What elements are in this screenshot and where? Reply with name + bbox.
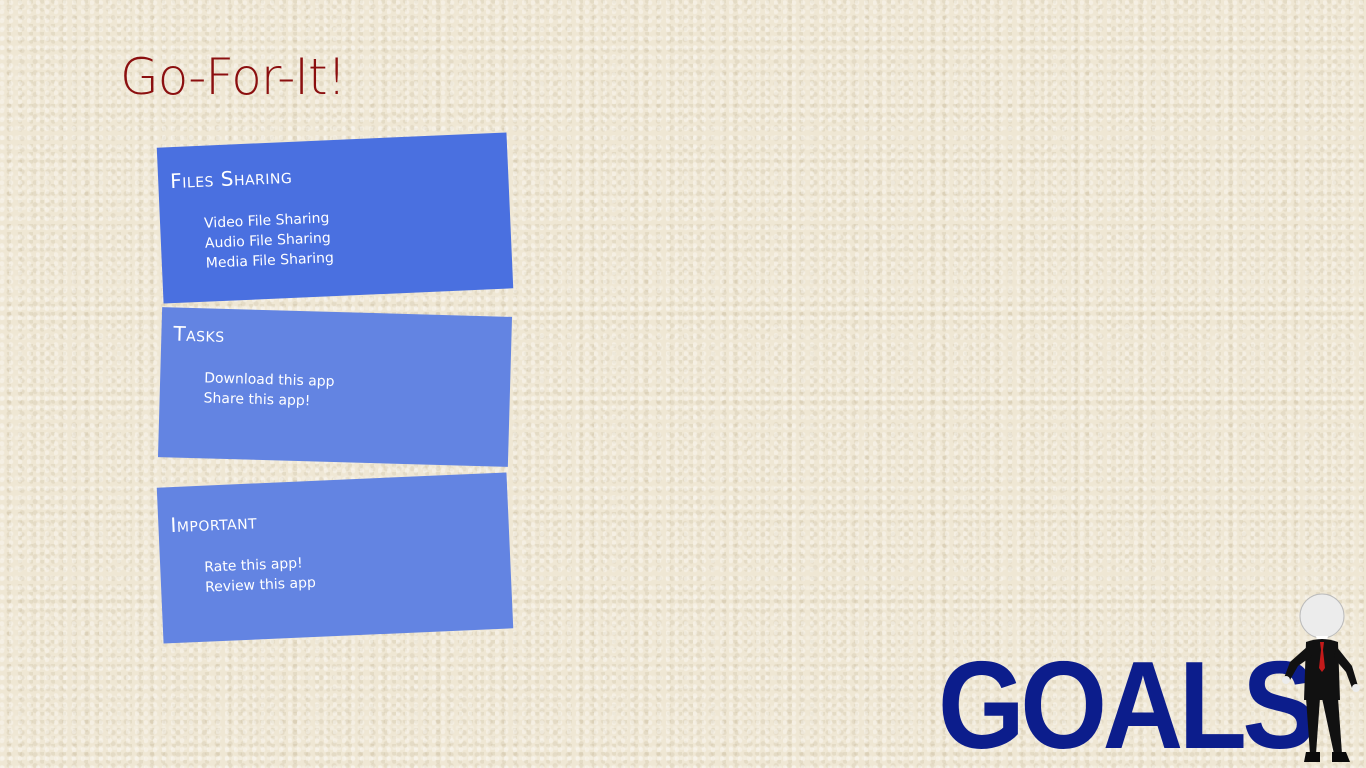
app-title: Go-For-It! [120,48,347,106]
tile-header: Important [169,509,258,538]
tile-item-list: Video File Sharing Audio File Sharing Me… [172,201,500,275]
tile-item-list: Rate this app! Review this app [172,545,499,599]
leaning-person-figure-icon [1282,593,1360,762]
tile-tasks[interactable]: Tasks Download this app Share this app! [157,307,513,467]
goals-graphic: GOALS [938,592,1366,768]
tile-files-sharing[interactable]: Files Sharing Video File Sharing Audio F… [156,132,514,304]
tile-header: Tasks [173,321,225,347]
goals-word: GOALS [938,637,1317,768]
tile-item-list: Download this app Share this app! [171,367,498,416]
tile-important[interactable]: Important Rate this app! Review this app [156,472,514,644]
tile-header: Files Sharing [169,163,293,194]
